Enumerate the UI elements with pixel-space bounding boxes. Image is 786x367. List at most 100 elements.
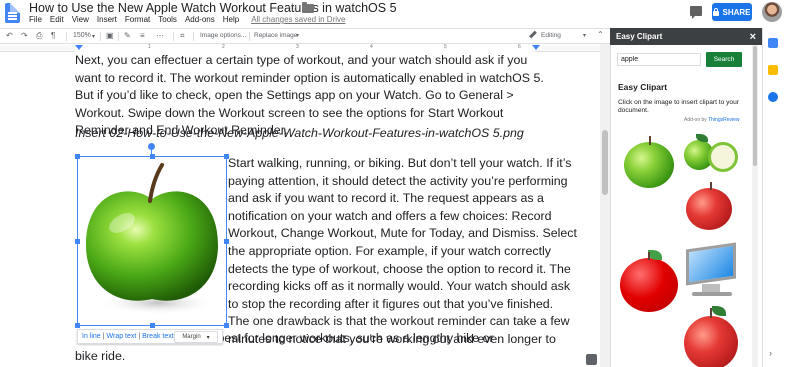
resize-handle[interactable] <box>224 239 229 244</box>
saved-status[interactable]: All changes saved in Drive <box>251 15 345 24</box>
clipart-apple-slice[interactable] <box>682 134 742 172</box>
lock-icon <box>713 7 720 16</box>
resize-handle[interactable] <box>75 154 80 159</box>
clipart-red-apple-leaf[interactable] <box>682 306 740 367</box>
menu-edit[interactable]: Edit <box>50 15 64 24</box>
document-scrollbar[interactable] <box>600 44 610 367</box>
close-icon[interactable]: × <box>750 31 756 43</box>
text-line: recording kicks off as it normally would… <box>228 279 571 294</box>
right-indent-marker[interactable] <box>532 45 540 50</box>
ruler-number: 3 <box>296 44 299 50</box>
menu-format[interactable]: Format <box>125 15 150 24</box>
text-line: paying attention, it should detect the a… <box>228 173 568 188</box>
border-color-icon[interactable]: ✎ <box>124 31 131 40</box>
share-button[interactable]: SHARE <box>712 3 752 21</box>
document-title[interactable]: How to Use the New Apple Watch Workout F… <box>29 1 397 15</box>
clipart-green-apple[interactable] <box>622 136 676 190</box>
text-line: Workout, Change Workout, Mute for Today,… <box>228 226 577 241</box>
resize-handle[interactable] <box>150 323 155 328</box>
ruler-number: 2 <box>222 44 225 50</box>
menu-addons[interactable]: Add-ons <box>185 15 215 24</box>
ruler-number: 1 <box>148 44 151 50</box>
chevron-down-icon: ▾ <box>92 34 96 40</box>
clipart-red-apple[interactable] <box>684 182 736 230</box>
image-options-button[interactable]: Image options... <box>200 32 246 39</box>
undo-icon[interactable]: ↶ <box>6 31 13 40</box>
menu-help[interactable]: Help <box>223 15 239 24</box>
keep-icon[interactable] <box>768 65 778 75</box>
border-dash-icon[interactable]: ⋯ <box>156 31 164 40</box>
addon-author-link[interactable]: ThingsReview <box>708 117 739 123</box>
print-icon[interactable]: ⎙ <box>36 31 42 41</box>
image-caption[interactable]: Insert 02-How-to-Use-the-New-Apple-Watch… <box>75 125 524 143</box>
panel-heading: Easy Clipart <box>618 82 668 92</box>
account-avatar[interactable] <box>762 2 782 22</box>
break-text-option[interactable]: Break text <box>142 333 174 340</box>
replace-image-button[interactable]: Replace image <box>254 32 297 39</box>
margin-select[interactable]: Margin ▾ <box>174 331 218 343</box>
comment-history-icon[interactable] <box>690 6 702 19</box>
text-line: notification on your watch and offers a … <box>228 208 552 223</box>
expand-rail-icon[interactable]: › <box>769 348 772 358</box>
panel-title: Easy Clipart <box>616 32 663 41</box>
text-line[interactable]: bike ride. <box>75 349 125 363</box>
share-label: SHARE <box>722 7 751 17</box>
wrapped-paragraph[interactable]: Start walking, running, or biking. But d… <box>228 155 577 349</box>
editing-mode-select[interactable]: Editing <box>541 32 561 39</box>
calendar-icon[interactable] <box>768 38 778 48</box>
zoom-select[interactable]: 150% <box>73 32 91 39</box>
folder-icon[interactable] <box>302 2 314 13</box>
selected-image[interactable] <box>75 154 229 328</box>
wrap-text-option[interactable]: Wrap text <box>107 333 137 340</box>
chevron-down-icon: ▾ <box>206 334 210 341</box>
text-line: Start walking, running, or biking. But d… <box>228 156 572 170</box>
green-apple-image <box>86 163 218 315</box>
star-icon[interactable]: ☆ <box>287 1 298 15</box>
text-line: and ask if you want to record it. The re… <box>228 191 544 206</box>
paint-format-icon[interactable]: ¶ <box>51 31 55 40</box>
clipart-search-input[interactable] <box>617 53 701 66</box>
search-button[interactable]: Search <box>706 52 742 67</box>
menu-view[interactable]: View <box>72 15 89 24</box>
pencil-icon <box>529 30 537 39</box>
chevron-down-icon: ▾ <box>296 33 300 39</box>
resize-handle[interactable] <box>224 323 229 328</box>
resize-handle[interactable] <box>224 154 229 159</box>
tasks-icon[interactable] <box>768 92 778 102</box>
text-line: to stop the recording after it figures o… <box>228 296 554 311</box>
ruler-number: 4 <box>370 44 373 50</box>
menu-tools[interactable]: Tools <box>158 15 177 24</box>
scrollbar-thumb[interactable] <box>602 130 608 195</box>
menu-file[interactable]: File <box>29 15 42 24</box>
collapse-toolbar-icon[interactable]: ⌃ <box>597 30 604 39</box>
ruler-number: 6 <box>518 44 521 50</box>
left-indent-marker[interactable] <box>75 45 83 50</box>
inline-option[interactable]: In line <box>82 333 101 340</box>
menu-bar: File Edit View Insert Format Tools Add-o… <box>29 15 345 24</box>
panel-header: Easy Clipart × <box>610 28 762 45</box>
image-icon[interactable]: ▣ <box>106 31 114 40</box>
border-weight-icon[interactable]: ≡ <box>140 31 145 40</box>
panel-description: Click on the image to insert clipart to … <box>618 99 739 114</box>
ruler-number: 5 <box>444 44 447 50</box>
toolbar: ↶ ↷ ⎙ ¶ 150% ▾ ▣ ✎ ≡ ⋯ ⌗ Image options..… <box>0 28 610 44</box>
rotate-handle[interactable] <box>148 143 155 150</box>
google-docs-window: How to Use the New Apple Watch Workout F… <box>0 0 786 367</box>
side-rail <box>762 28 786 367</box>
resize-handle[interactable] <box>75 323 80 328</box>
clipart-cartoon-apple[interactable] <box>620 250 680 312</box>
text-line: detects the type of workout, choose the … <box>228 261 571 276</box>
crop-icon[interactable]: ⌗ <box>180 31 185 41</box>
resize-handle[interactable] <box>75 239 80 244</box>
explore-icon[interactable] <box>586 354 597 365</box>
docs-logo-icon[interactable] <box>5 3 20 23</box>
document-page[interactable]: Next, you can effectuer a certain type o… <box>0 52 600 367</box>
text-line: the appropriate option. For example, if … <box>228 243 551 258</box>
menu-insert[interactable]: Insert <box>97 15 117 24</box>
chevron-down-icon: ▾ <box>583 33 587 39</box>
text-line: The one drawback is that the workout rem… <box>228 314 570 329</box>
redo-icon[interactable]: ↷ <box>21 31 28 40</box>
ruler[interactable]: 1 2 3 4 5 6 <box>0 44 600 52</box>
panel-scrollbar-thumb[interactable] <box>753 46 757 166</box>
clipart-computer-monitor[interactable] <box>682 242 742 298</box>
